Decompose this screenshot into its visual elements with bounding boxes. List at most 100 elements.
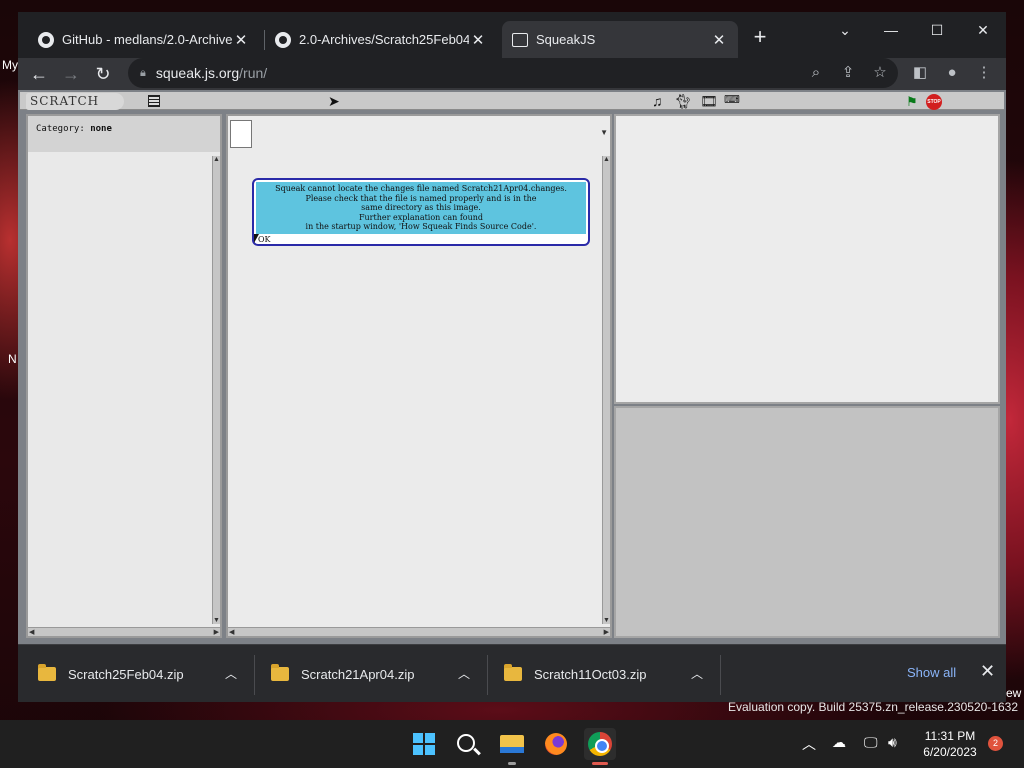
- firefox-button[interactable]: [540, 728, 572, 760]
- palette-pane: Category: none ▲ ▼ ◀ ▶: [26, 114, 222, 638]
- scroll-left-arrow-icon[interactable]: ◀: [229, 628, 234, 636]
- dialog-line: Please check that the file is named prop…: [305, 193, 537, 203]
- back-arrow-icon[interactable]: ←: [26, 61, 52, 87]
- clock-date: 6/20/2023: [923, 745, 977, 759]
- scroll-down-arrow-icon[interactable]: ▼: [213, 617, 220, 624]
- file-explorer-button[interactable]: [496, 728, 528, 760]
- zoom-search-icon[interactable]: ⌕: [804, 61, 828, 85]
- film-icon[interactable]: 🎞︎: [700, 93, 718, 110]
- dropdown-arrow-icon[interactable]: ▼: [600, 128, 608, 137]
- show-all-link[interactable]: Show all: [907, 665, 956, 680]
- volume-icon[interactable]: 🔊︎: [888, 734, 897, 751]
- tab-title: SqueakJS: [536, 32, 596, 47]
- menu-icon[interactable]: [148, 95, 160, 107]
- download-item[interactable]: Scratch21Apr04.zip: [271, 645, 414, 703]
- download-item[interactable]: Scratch11Oct03.zip: [504, 645, 646, 703]
- cat-sprite-icon[interactable]: 🐈︎: [674, 93, 692, 110]
- tab-github-file[interactable]: 2.0-Archives/Scratch25Feb04.zip ✕: [265, 21, 497, 58]
- green-flag-icon[interactable]: ⚑: [906, 94, 918, 110]
- close-icon[interactable]: ✕: [710, 31, 728, 49]
- dialog-ok-button[interactable]: OK: [258, 235, 271, 244]
- chrome-button[interactable]: [584, 728, 616, 760]
- close-window-button[interactable]: ✕: [960, 16, 1006, 44]
- profile-icon[interactable]: ●: [940, 61, 964, 85]
- folder-icon: [504, 664, 522, 681]
- folder-icon: [271, 664, 289, 681]
- music-note-icon[interactable]: ♫: [652, 93, 663, 109]
- download-item[interactable]: Scratch25Feb04.zip: [38, 645, 184, 703]
- tab-squeakjs[interactable]: SqueakJS ✕: [502, 21, 738, 58]
- chevron-up-icon[interactable]: ︿: [458, 665, 470, 682]
- desktop-icon-label[interactable]: My: [2, 58, 18, 72]
- changes-file-dialog: Squeak cannot locate the changes file na…: [252, 178, 590, 246]
- stage-pane[interactable]: [614, 114, 1000, 404]
- mouse-cursor-icon: [254, 234, 259, 243]
- tab-title: GitHub - medlans/2.0-Archives: S: [62, 32, 232, 47]
- firefox-icon: [545, 733, 567, 755]
- dialog-message: Squeak cannot locate the changes file na…: [256, 182, 586, 234]
- scroll-left-arrow-icon[interactable]: ◀: [29, 628, 34, 636]
- dialog-line: in the startup window, 'How Squeak Finds…: [305, 222, 537, 231]
- scroll-up-arrow-icon[interactable]: ▲: [213, 156, 220, 163]
- vertical-scrollbar[interactable]: ▲ ▼: [602, 156, 610, 624]
- bookmark-star-icon[interactable]: ☆: [868, 61, 892, 85]
- github-icon: [38, 31, 54, 48]
- vertical-scrollbar[interactable]: ▲ ▼: [212, 156, 220, 624]
- tab-github-repo[interactable]: GitHub - medlans/2.0-Archives: S ✕: [28, 21, 260, 58]
- search-button[interactable]: [452, 728, 484, 760]
- keyboard-icon[interactable]: ⌨: [724, 93, 740, 106]
- side-panel-icon[interactable]: ◧: [908, 61, 932, 85]
- network-icon[interactable]: 🖵︎: [864, 734, 878, 751]
- start-button[interactable]: [408, 728, 440, 760]
- stop-button[interactable]: STOP: [926, 94, 942, 110]
- scroll-right-arrow-icon[interactable]: ▶: [214, 628, 219, 636]
- tab-title: 2.0-Archives/Scratch25Feb04.zip: [299, 32, 469, 47]
- scratch-logo[interactable]: SCRATCH: [26, 93, 124, 110]
- maximize-button[interactable]: ☐: [914, 16, 960, 44]
- download-bar: Scratch25Feb04.zip ︿ Scratch21Apr04.zip …: [18, 644, 1006, 702]
- squeak-icon: [512, 32, 528, 47]
- download-filename: Scratch25Feb04.zip: [68, 666, 184, 682]
- forward-arrow-icon[interactable]: →: [58, 61, 84, 87]
- dialog-line: same directory as this image.: [361, 203, 481, 212]
- squeak-canvas[interactable]: SCRATCH ➤ ♫ 🐈︎ 🎞︎ ⌨ ⚑ STOP Category: non…: [18, 90, 1006, 644]
- browser-toolbar: ← → ↻ 🔒︎ squeak.js.org/run/ ⌕ ⇪ ☆ ◧ ● ⋮: [18, 58, 1006, 90]
- kebab-menu-icon[interactable]: ⋮: [972, 61, 996, 85]
- arrow-tool-icon[interactable]: ➤: [328, 93, 340, 110]
- url-text[interactable]: squeak.js.org/run/: [156, 65, 267, 81]
- category-label: Category:: [36, 124, 85, 134]
- file-explorer-icon: [500, 735, 524, 753]
- browser-window: GitHub - medlans/2.0-Archives: S ✕ 2.0-A…: [18, 12, 1006, 702]
- lock-icon[interactable]: 🔒︎: [140, 67, 146, 80]
- tab-strip: GitHub - medlans/2.0-Archives: S ✕ 2.0-A…: [18, 12, 1006, 58]
- sprite-list-pane[interactable]: [614, 406, 1000, 638]
- chevron-up-icon[interactable]: ︿: [802, 734, 816, 754]
- address-bar[interactable]: 🔒︎ squeak.js.org/run/: [128, 58, 898, 88]
- chevron-up-icon[interactable]: ︿: [691, 665, 703, 682]
- horizontal-scrollbar[interactable]: ◀ ▶: [28, 627, 220, 636]
- horizontal-scrollbar[interactable]: ◀ ▶: [228, 627, 610, 636]
- chevron-up-icon[interactable]: ︿: [225, 665, 237, 682]
- cloud-offline-icon[interactable]: ☁: [832, 734, 846, 751]
- reload-icon[interactable]: ↻: [90, 61, 116, 87]
- system-clock[interactable]: 11:31 PM 6/20/2023: [914, 728, 986, 760]
- share-icon[interactable]: ⇪: [836, 61, 860, 85]
- tab-search-chevron-icon[interactable]: ⌄: [822, 16, 868, 44]
- desktop-icon-label[interactable]: N: [8, 352, 17, 366]
- new-tab-button[interactable]: +: [748, 24, 772, 50]
- close-icon[interactable]: ✕: [980, 661, 995, 682]
- minimize-button[interactable]: —: [868, 16, 914, 44]
- scroll-right-arrow-icon[interactable]: ▶: [604, 628, 609, 636]
- evaluation-watermark: Evaluation copy. Build 25375.zn_release.…: [728, 700, 1018, 714]
- scroll-down-arrow-icon[interactable]: ▼: [603, 617, 610, 624]
- category-bar: Category: none: [28, 116, 220, 152]
- clock-time: 11:31 PM: [924, 729, 976, 743]
- windows-logo-icon: [413, 733, 435, 755]
- close-icon[interactable]: ✕: [469, 31, 487, 49]
- dialog-line: Squeak cannot locate the changes file na…: [275, 184, 567, 193]
- sprite-thumbnail[interactable]: [230, 120, 252, 148]
- notification-badge[interactable]: 2: [988, 736, 1003, 751]
- scroll-up-arrow-icon[interactable]: ▲: [603, 156, 610, 163]
- close-icon[interactable]: ✕: [232, 31, 250, 49]
- download-separator: [254, 655, 255, 695]
